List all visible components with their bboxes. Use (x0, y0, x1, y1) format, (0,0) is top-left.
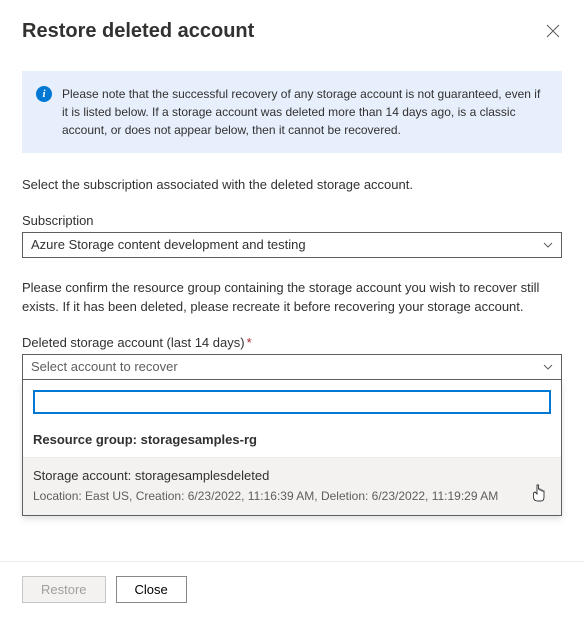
dropdown-search-input[interactable] (33, 390, 551, 414)
close-icon[interactable] (546, 24, 562, 40)
deleted-account-select[interactable]: Select account to recover (22, 354, 562, 380)
resource-group-header: Resource group: storagesamples-rg (23, 422, 561, 458)
option-title: Storage account: storagesamplesdeleted (33, 468, 551, 483)
option-details: Location: East US, Creation: 6/23/2022, … (33, 489, 551, 503)
deleted-account-dropdown: Resource group: storagesamples-rg Storag… (22, 380, 562, 516)
deleted-account-placeholder: Select account to recover (31, 359, 178, 374)
subscription-select[interactable]: Azure Storage content development and te… (22, 232, 562, 258)
chevron-down-icon (543, 242, 553, 248)
chevron-down-icon (543, 364, 553, 370)
panel-header: Restore deleted account (22, 20, 562, 43)
close-button[interactable]: Close (116, 576, 187, 603)
subscription-field: Subscription Azure Storage content devel… (22, 213, 562, 258)
subscription-instruction: Select the subscription associated with … (22, 175, 562, 195)
subscription-value: Azure Storage content development and te… (31, 237, 306, 252)
page-title: Restore deleted account (22, 20, 254, 43)
info-icon: i (36, 86, 52, 102)
restore-button[interactable]: Restore (22, 576, 106, 603)
restore-account-panel: Restore deleted account i Please note th… (0, 0, 584, 516)
deleted-account-label: Deleted storage account (last 14 days)* (22, 335, 562, 350)
required-indicator: * (247, 335, 252, 350)
deleted-account-instruction: Please confirm the resource group contai… (22, 278, 562, 317)
storage-account-option[interactable]: Storage account: storagesamplesdeleted L… (23, 458, 561, 515)
subscription-label: Subscription (22, 213, 562, 228)
info-banner: i Please note that the successful recove… (22, 71, 562, 153)
dropdown-search-wrap (23, 380, 561, 422)
deleted-account-field: Deleted storage account (last 14 days)* … (22, 335, 562, 516)
info-text: Please note that the successful recovery… (62, 85, 548, 139)
pointer-cursor-icon (531, 483, 547, 503)
panel-footer: Restore Close (0, 561, 584, 617)
